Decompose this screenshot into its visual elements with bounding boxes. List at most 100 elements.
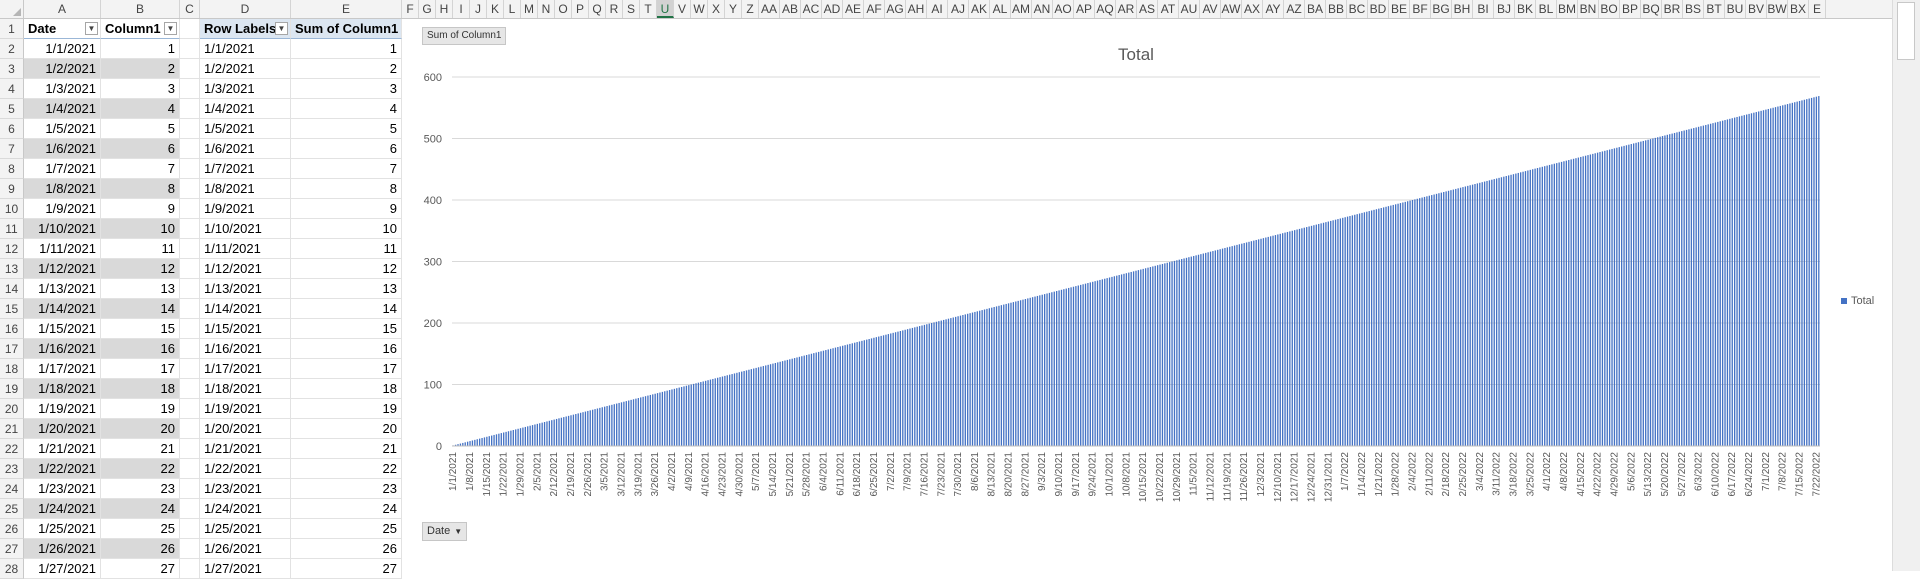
column-header-u[interactable]: U	[657, 0, 674, 18]
row-number[interactable]: 23	[0, 459, 24, 479]
pivot-chart[interactable]: 0 100 200 300 400 500 600 1/1/2021 1/8/2021 1/15/…	[412, 19, 1890, 571]
column-header-bc[interactable]: BC	[1347, 0, 1368, 18]
pivot-sum-cell[interactable]: 6	[291, 139, 402, 159]
cell[interactable]	[180, 159, 200, 179]
row-number[interactable]: 5	[0, 99, 24, 119]
scrollbar-thumb[interactable]	[1897, 2, 1915, 60]
cell[interactable]	[180, 399, 200, 419]
pivot-label-cell[interactable]: 1/5/2021	[200, 119, 291, 139]
date-cell[interactable]: 1/23/2021	[24, 479, 101, 499]
pivot-sum-cell[interactable]: 25	[291, 519, 402, 539]
row-number[interactable]: 4	[0, 79, 24, 99]
date-cell[interactable]: 1/19/2021	[24, 399, 101, 419]
date-cell[interactable]: 1/13/2021	[24, 279, 101, 299]
value-cell[interactable]: 26	[101, 539, 180, 559]
row-number[interactable]: 1	[0, 19, 24, 39]
date-cell[interactable]: 1/26/2021	[24, 539, 101, 559]
pivot-label-cell[interactable]: 1/16/2021	[200, 339, 291, 359]
value-cell[interactable]: 11	[101, 239, 180, 259]
column-header-m[interactable]: M	[521, 0, 538, 18]
date-cell[interactable]: 1/7/2021	[24, 159, 101, 179]
cell[interactable]	[180, 439, 200, 459]
pivot-sum-cell[interactable]: 8	[291, 179, 402, 199]
sum-field-button[interactable]: Sum of Column1	[422, 27, 507, 45]
pivot-sum-cell[interactable]: 1	[291, 39, 402, 59]
pivot-label-cell[interactable]: 1/27/2021	[200, 559, 291, 579]
pivot-sum-cell[interactable]: 17	[291, 359, 402, 379]
column-header-a[interactable]: A	[24, 0, 101, 18]
date-cell[interactable]: 1/11/2021	[24, 239, 101, 259]
pivot-label-cell[interactable]: 1/25/2021	[200, 519, 291, 539]
column-header-d[interactable]: D	[200, 0, 291, 18]
date-cell[interactable]: 1/10/2021	[24, 219, 101, 239]
pivot-label-cell[interactable]: 1/6/2021	[200, 139, 291, 159]
date-cell[interactable]: 1/20/2021	[24, 419, 101, 439]
value-cell[interactable]: 16	[101, 339, 180, 359]
column-header-k[interactable]: K	[487, 0, 504, 18]
filter-dropdown-icon[interactable]: ▼	[85, 22, 98, 35]
row-number[interactable]: 26	[0, 519, 24, 539]
value-cell[interactable]: 12	[101, 259, 180, 279]
header-cell-date[interactable]: Date ▼	[24, 19, 101, 39]
value-cell[interactable]: 23	[101, 479, 180, 499]
pivot-sum-cell[interactable]: 14	[291, 299, 402, 319]
column-header-bj[interactable]: BJ	[1494, 0, 1515, 18]
column-header-q[interactable]: Q	[589, 0, 606, 18]
date-cell[interactable]: 1/25/2021	[24, 519, 101, 539]
date-cell[interactable]: 1/3/2021	[24, 79, 101, 99]
column-header-bf[interactable]: BF	[1410, 0, 1431, 18]
row-number[interactable]: 11	[0, 219, 24, 239]
column-header-r[interactable]: R	[606, 0, 623, 18]
pivot-label-cell[interactable]: 1/19/2021	[200, 399, 291, 419]
pivot-label-cell[interactable]: 1/7/2021	[200, 159, 291, 179]
date-cell[interactable]: 1/21/2021	[24, 439, 101, 459]
column-header-be[interactable]: BE	[1389, 0, 1410, 18]
row-number[interactable]: 28	[0, 559, 24, 579]
column-header-bi[interactable]: BI	[1473, 0, 1494, 18]
pivot-label-cell[interactable]: 1/4/2021	[200, 99, 291, 119]
value-cell[interactable]: 25	[101, 519, 180, 539]
value-cell[interactable]: 14	[101, 299, 180, 319]
date-cell[interactable]: 1/2/2021	[24, 59, 101, 79]
cell[interactable]	[180, 179, 200, 199]
pivot-label-cell[interactable]: 1/23/2021	[200, 479, 291, 499]
pivot-sum-cell[interactable]: 10	[291, 219, 402, 239]
cell[interactable]	[180, 559, 200, 579]
column-header-bx[interactable]: BX	[1788, 0, 1809, 18]
pivot-header-row-labels[interactable]: Row Labels ▼	[200, 19, 291, 39]
row-number[interactable]: 22	[0, 439, 24, 459]
pivot-sum-cell[interactable]: 27	[291, 559, 402, 579]
pivot-label-cell[interactable]: 1/17/2021	[200, 359, 291, 379]
pivot-label-cell[interactable]: 1/20/2021	[200, 419, 291, 439]
column-header-aa[interactable]: AA	[759, 0, 780, 18]
value-cell[interactable]: 10	[101, 219, 180, 239]
date-cell[interactable]: 1/6/2021	[24, 139, 101, 159]
row-number[interactable]: 8	[0, 159, 24, 179]
pivot-label-cell[interactable]: 1/13/2021	[200, 279, 291, 299]
cell[interactable]	[180, 339, 200, 359]
date-cell[interactable]: 1/27/2021	[24, 559, 101, 579]
pivot-label-cell[interactable]: 1/1/2021	[200, 39, 291, 59]
cell[interactable]	[180, 19, 200, 39]
filter-dropdown-icon[interactable]: ▼	[164, 22, 177, 35]
date-cell[interactable]: 1/18/2021	[24, 379, 101, 399]
column-header-al[interactable]: AL	[990, 0, 1011, 18]
column-header-bt[interactable]: BT	[1704, 0, 1725, 18]
column-header-v[interactable]: V	[674, 0, 691, 18]
value-cell[interactable]: 17	[101, 359, 180, 379]
column-header-z[interactable]: Z	[742, 0, 759, 18]
cell[interactable]	[180, 299, 200, 319]
cell[interactable]	[180, 319, 200, 339]
cell[interactable]	[180, 499, 200, 519]
value-cell[interactable]: 15	[101, 319, 180, 339]
column-header-bu[interactable]: BU	[1725, 0, 1746, 18]
value-cell[interactable]: 24	[101, 499, 180, 519]
row-number[interactable]: 17	[0, 339, 24, 359]
column-header-ae[interactable]: AE	[843, 0, 864, 18]
date-cell[interactable]: 1/24/2021	[24, 499, 101, 519]
column-header-bo[interactable]: BO	[1599, 0, 1620, 18]
row-number[interactable]: 6	[0, 119, 24, 139]
column-header-e[interactable]: E	[1809, 0, 1826, 18]
row-number[interactable]: 21	[0, 419, 24, 439]
column-header-bl[interactable]: BL	[1536, 0, 1557, 18]
